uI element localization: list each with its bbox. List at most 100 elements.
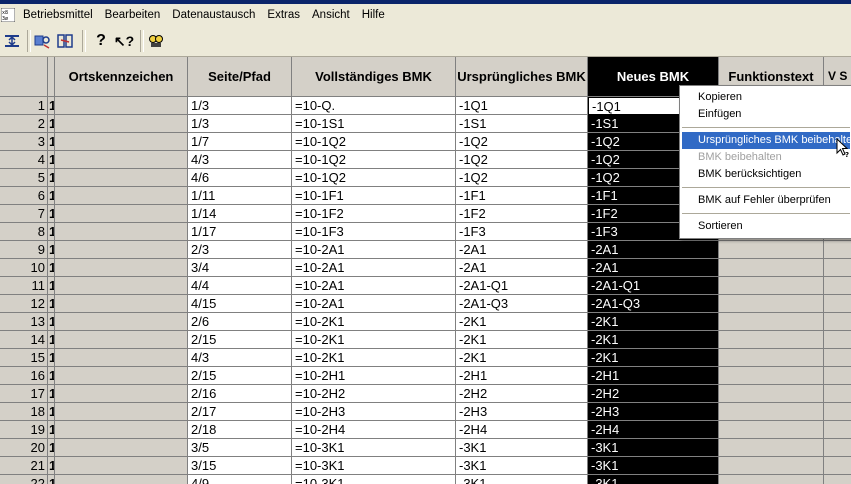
cell-vs[interactable] <box>824 475 851 484</box>
cell-ortskennzeichen[interactable] <box>55 475 188 484</box>
find-icon[interactable] <box>145 30 167 52</box>
cell-funktionstext[interactable] <box>719 313 824 331</box>
cell-vollstaendiges-bmk[interactable]: =10-1Q2 <box>292 169 456 187</box>
row-number[interactable]: 15 <box>0 349 48 367</box>
cell-neues-bmk[interactable]: -2H4 <box>588 421 719 439</box>
ctx-urspruengliches-bmk-beibehalten[interactable]: Ursprüngliches BMK beibehalten <box>682 132 850 149</box>
cell-funktionstext[interactable] <box>719 457 824 475</box>
cell-vollstaendiges-bmk[interactable]: =10-2K1 <box>292 349 456 367</box>
cell-ortskennzeichen[interactable] <box>55 169 188 187</box>
cell-ortskennzeichen[interactable] <box>55 313 188 331</box>
menu-datenaustausch[interactable]: Datenaustausch <box>166 4 261 26</box>
cell-vollstaendiges-bmk[interactable]: =10-1Q2 <box>292 133 456 151</box>
cell-urspruengliches-bmk[interactable]: -1F1 <box>456 187 588 205</box>
cell-vs[interactable] <box>824 457 851 475</box>
cell-neues-bmk[interactable]: -2A1 <box>588 259 719 277</box>
cell-urspruengliches-bmk[interactable]: -2H4 <box>456 421 588 439</box>
cell-vs[interactable] <box>824 259 851 277</box>
cell-ortskennzeichen[interactable] <box>55 187 188 205</box>
help-icon[interactable]: ? <box>90 30 112 52</box>
cell-seite-pfad[interactable]: 1/17 <box>188 223 292 241</box>
row-number[interactable]: 1 <box>0 97 48 115</box>
cell-seite-pfad[interactable]: 4/3 <box>188 151 292 169</box>
row-number[interactable]: 13 <box>0 313 48 331</box>
cell-neues-bmk[interactable]: -3K1 <box>588 475 719 484</box>
ctx-einfuegen[interactable]: Einfügen <box>682 106 850 123</box>
cell-vs[interactable] <box>824 385 851 403</box>
cell-ortskennzeichen[interactable] <box>55 259 188 277</box>
cell-funktionstext[interactable] <box>719 349 824 367</box>
cell-ortskennzeichen[interactable] <box>55 97 188 115</box>
cell-urspruengliches-bmk[interactable]: -1F3 <box>456 223 588 241</box>
cell-ortskennzeichen[interactable] <box>55 367 188 385</box>
cell-vollstaendiges-bmk[interactable]: =10-3K1 <box>292 457 456 475</box>
cell-vollstaendiges-bmk[interactable]: =10-2A1 <box>292 295 456 313</box>
row-number[interactable]: 20 <box>0 439 48 457</box>
cell-urspruengliches-bmk[interactable]: -1Q2 <box>456 169 588 187</box>
cell-vs[interactable] <box>824 421 851 439</box>
cell-vollstaendiges-bmk[interactable]: =10-1F2 <box>292 205 456 223</box>
cell-urspruengliches-bmk[interactable]: -2A1-Q1 <box>456 277 588 295</box>
cell-seite-pfad[interactable]: 3/5 <box>188 439 292 457</box>
cell-urspruengliches-bmk[interactable]: -2H1 <box>456 367 588 385</box>
cell-ortskennzeichen[interactable] <box>55 385 188 403</box>
context-help-icon[interactable]: ↖? <box>113 30 135 52</box>
cell-vollstaendiges-bmk[interactable]: =10-1F1 <box>292 187 456 205</box>
cell-neues-bmk[interactable]: -3K1 <box>588 439 719 457</box>
cell-vollstaendiges-bmk[interactable]: =10-2K1 <box>292 313 456 331</box>
row-number[interactable]: 2 <box>0 115 48 133</box>
cell-urspruengliches-bmk[interactable]: -2K1 <box>456 349 588 367</box>
cell-vs[interactable] <box>824 241 851 259</box>
cell-neues-bmk[interactable]: -2A1-Q1 <box>588 277 719 295</box>
cell-vollstaendiges-bmk[interactable]: =10-2A1 <box>292 241 456 259</box>
cell-funktionstext[interactable] <box>719 439 824 457</box>
cell-urspruengliches-bmk[interactable]: -2K1 <box>456 331 588 349</box>
cell-urspruengliches-bmk[interactable]: -3K1 <box>456 457 588 475</box>
cell-ortskennzeichen[interactable] <box>55 151 188 169</box>
cell-seite-pfad[interactable]: 1/7 <box>188 133 292 151</box>
cell-seite-pfad[interactable]: 2/17 <box>188 403 292 421</box>
row-number[interactable]: 22 <box>0 475 48 484</box>
cell-ortskennzeichen[interactable] <box>55 349 188 367</box>
cell-seite-pfad[interactable]: 4/4 <box>188 277 292 295</box>
cell-funktionstext[interactable] <box>719 367 824 385</box>
cell-ortskennzeichen[interactable] <box>55 133 188 151</box>
cell-vs[interactable] <box>824 367 851 385</box>
compare-icon[interactable] <box>54 30 76 52</box>
cell-seite-pfad[interactable]: 2/16 <box>188 385 292 403</box>
row-number[interactable]: 21 <box>0 457 48 475</box>
row-number[interactable]: 3 <box>0 133 48 151</box>
cell-vollstaendiges-bmk[interactable]: =10-Q. <box>292 97 456 115</box>
row-number[interactable]: 16 <box>0 367 48 385</box>
cell-urspruengliches-bmk[interactable]: -3K1 <box>456 439 588 457</box>
cell-vollstaendiges-bmk[interactable]: =10-2A1 <box>292 277 456 295</box>
cell-seite-pfad[interactable]: 4/3 <box>188 349 292 367</box>
cell-funktionstext[interactable] <box>719 259 824 277</box>
cell-ortskennzeichen[interactable] <box>55 223 188 241</box>
row-number[interactable]: 5 <box>0 169 48 187</box>
cell-urspruengliches-bmk[interactable]: -2K1 <box>456 313 588 331</box>
row-number[interactable]: 8 <box>0 223 48 241</box>
app-icon[interactable]: x8 3ø <box>0 7 16 23</box>
cell-seite-pfad[interactable]: 2/15 <box>188 367 292 385</box>
cell-funktionstext[interactable] <box>719 475 824 484</box>
row-number[interactable]: 18 <box>0 403 48 421</box>
row-number[interactable]: 6 <box>0 187 48 205</box>
ctx-bmk-auf-fehler-ueberpruefen[interactable]: BMK auf Fehler überprüfen <box>682 192 850 209</box>
cell-seite-pfad[interactable]: 2/3 <box>188 241 292 259</box>
cell-funktionstext[interactable] <box>719 277 824 295</box>
cell-vollstaendiges-bmk[interactable]: =10-3K1 <box>292 475 456 484</box>
cell-urspruengliches-bmk[interactable]: -3K1 <box>456 475 588 484</box>
row-number[interactable]: 9 <box>0 241 48 259</box>
cell-neues-bmk[interactable]: -2H3 <box>588 403 719 421</box>
col-urspruengliches-bmk[interactable]: Ursprüngliches BMK <box>456 57 588 97</box>
row-number[interactable]: 17 <box>0 385 48 403</box>
cell-funktionstext[interactable] <box>719 385 824 403</box>
row-number[interactable]: 19 <box>0 421 48 439</box>
cell-neues-bmk[interactable]: -2H2 <box>588 385 719 403</box>
cell-seite-pfad[interactable]: 4/9 <box>188 475 292 484</box>
col-seite-pfad[interactable]: Seite/Pfad <box>188 57 292 97</box>
cell-neues-bmk[interactable]: -2K1 <box>588 349 719 367</box>
cell-urspruengliches-bmk[interactable]: -1F2 <box>456 205 588 223</box>
cell-seite-pfad[interactable]: 2/15 <box>188 331 292 349</box>
